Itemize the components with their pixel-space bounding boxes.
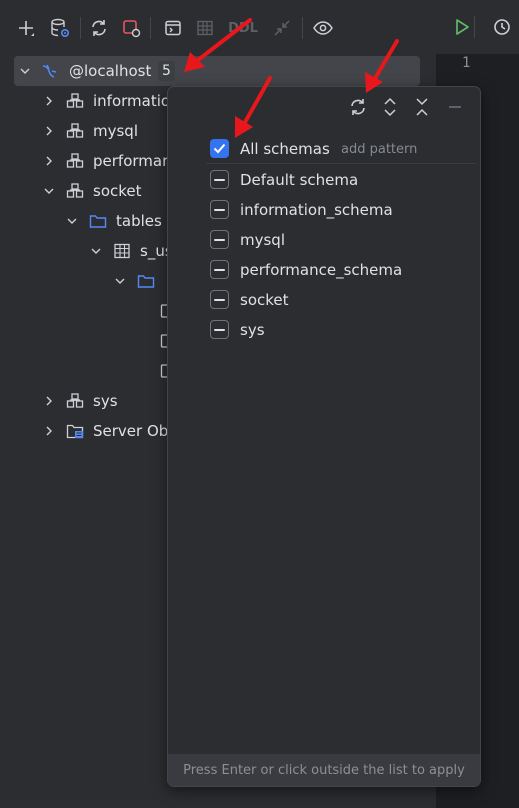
ddl-button[interactable]: DDL (226, 14, 260, 42)
chevron-right-icon[interactable] (43, 95, 55, 107)
plus-icon (19, 21, 34, 36)
checkbox-indeterminate-icon[interactable] (210, 320, 229, 339)
checkbox-indeterminate-icon[interactable] (210, 170, 229, 189)
checkbox-indeterminate-icon[interactable] (210, 200, 229, 219)
tree-label: mysql (93, 122, 138, 140)
add-button[interactable] (12, 14, 40, 42)
chevron-right-icon[interactable] (43, 425, 55, 437)
tree-label: tables (116, 212, 162, 230)
schema-label: sys (240, 321, 265, 339)
toolbar-separator (302, 17, 303, 39)
chevron-down-icon[interactable] (66, 215, 78, 227)
chevron-right-icon[interactable] (43, 125, 55, 137)
refresh-icon (92, 20, 106, 36)
schema-icon (66, 122, 84, 140)
stop-button[interactable] (117, 14, 145, 42)
run-button[interactable] (448, 13, 476, 41)
schema-icon (66, 392, 84, 410)
chevron-down-icon[interactable] (90, 245, 102, 257)
schema-option[interactable]: information_schema (208, 195, 476, 225)
toolbar-separator (150, 17, 151, 39)
schema-label: mysql (240, 231, 285, 249)
schema-label: socket (240, 291, 289, 309)
chevron-down-icon[interactable] (114, 275, 126, 287)
compare-button[interactable] (268, 14, 296, 42)
schema-selection-popup: All schemas add pattern Default schema i… (167, 86, 481, 787)
folder-icon (89, 212, 107, 230)
schema-icon (66, 152, 84, 170)
line-number: 1 (462, 55, 471, 71)
history-button[interactable] (488, 13, 516, 41)
add-pattern-link[interactable]: add pattern (341, 142, 417, 157)
tree-label: @localhost (69, 62, 152, 80)
folder-icon (137, 272, 155, 290)
schema-option[interactable]: Default schema (208, 165, 476, 195)
popup-footer-hint: Press Enter or click outside the list to… (168, 754, 480, 786)
refresh-button[interactable] (85, 14, 113, 42)
tree-label: sys (93, 392, 118, 410)
collapse-all-button[interactable] (410, 95, 434, 119)
clock-icon (494, 19, 510, 35)
stop-icon (123, 20, 141, 38)
editor-toolbar (436, 0, 519, 55)
console-icon (165, 20, 181, 36)
chevron-right-icon[interactable] (43, 155, 55, 167)
all-schemas-label: All schemas (240, 140, 330, 158)
checkbox-indeterminate-icon[interactable] (210, 260, 229, 279)
refresh-schemas-button[interactable] (346, 95, 370, 119)
toolbar-separator (474, 16, 475, 38)
divider (206, 163, 476, 164)
table-icon (113, 242, 131, 260)
checkbox-indeterminate-icon[interactable] (210, 290, 229, 309)
chevron-down-icon[interactable] (19, 65, 31, 77)
table-icon (197, 20, 213, 36)
schema-option-all[interactable]: All schemas add pattern (208, 134, 476, 164)
schema-icon (66, 182, 84, 200)
chevron-down-icon[interactable] (43, 185, 55, 197)
expand-all-icon (384, 97, 396, 117)
tree-label: performar (93, 152, 169, 170)
minus-icon (449, 106, 461, 108)
schema-option[interactable]: sys (208, 315, 476, 345)
tree-label: informatio (93, 92, 171, 110)
schema-label: performance_schema (240, 261, 403, 279)
tree-label: socket (93, 182, 142, 200)
schema-label: Default schema (240, 171, 359, 189)
schema-count-badge: 5 (158, 61, 175, 81)
view-options-button[interactable] (309, 14, 337, 42)
schema-option[interactable]: performance_schema (208, 255, 476, 285)
tree-label: Server Ob (93, 422, 169, 440)
tree-node-localhost[interactable]: @localhost 5 (14, 56, 420, 86)
play-icon (456, 19, 469, 35)
jump-to-console-button[interactable] (159, 14, 187, 42)
chevron-right-icon[interactable] (43, 395, 55, 407)
schema-icon (66, 92, 84, 110)
toolbar-separator (80, 17, 81, 39)
mysql-dolphin-icon (41, 62, 59, 80)
compare-arrows-icon (274, 20, 290, 36)
server-objects-icon (66, 422, 84, 440)
checkbox-indeterminate-icon[interactable] (210, 230, 229, 249)
explorer-toolbar: DDL (0, 0, 435, 56)
checkbox-checked-icon[interactable] (210, 139, 229, 158)
minimize-button[interactable] (443, 95, 467, 119)
expand-all-button[interactable] (378, 95, 402, 119)
refresh-icon (351, 99, 365, 115)
data-source-properties-button[interactable] (46, 14, 74, 42)
schema-option[interactable]: socket (208, 285, 476, 315)
database-settings-icon (51, 18, 70, 38)
schema-option[interactable]: mysql (208, 225, 476, 255)
schema-label: information_schema (240, 201, 393, 219)
table-view-button[interactable] (191, 14, 219, 42)
collapse-all-icon (416, 98, 428, 116)
eye-icon (313, 21, 333, 35)
